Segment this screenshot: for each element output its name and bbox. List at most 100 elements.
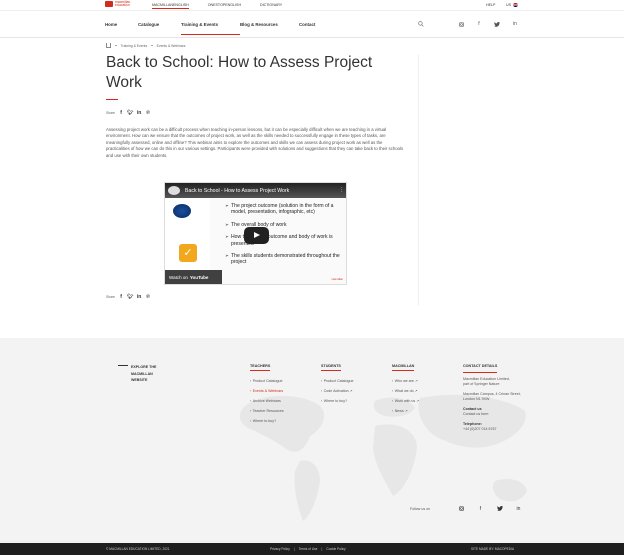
slide-bullet: The project outcome (solution in the for… bbox=[225, 203, 345, 216]
us-flag-icon bbox=[513, 3, 518, 7]
logo-text-line2: education bbox=[115, 3, 130, 8]
video-brand-mark: macmillan bbox=[331, 278, 343, 281]
facebook-icon[interactable]: f bbox=[118, 110, 124, 116]
globe-icon bbox=[173, 204, 191, 218]
article-body: Assessing project work can be a difficul… bbox=[106, 127, 404, 158]
site-credit[interactable]: SITE MADE BY: MACOPEDIA bbox=[471, 547, 514, 551]
instagram-icon[interactable] bbox=[452, 506, 471, 513]
facebook-icon[interactable]: f bbox=[474, 19, 484, 29]
footer-link[interactable]: Product Catalogue bbox=[250, 376, 284, 386]
footer-link[interactable]: News ↗ bbox=[392, 406, 419, 416]
share-label: Share bbox=[106, 111, 116, 115]
language-label: US bbox=[506, 3, 511, 7]
legal-links: Privacy Policy | Terms of Use | Cookie P… bbox=[270, 547, 346, 551]
footer-social: f in bbox=[452, 506, 528, 513]
cookie-policy-link[interactable]: Cookie Policy bbox=[326, 547, 345, 551]
footer-link[interactable]: Who we are ↗ bbox=[392, 376, 419, 386]
share-bar-bottom: Share f 🐦︎ in ℗ bbox=[106, 294, 151, 300]
footer-column-title: MACMILLAN bbox=[392, 364, 415, 371]
language-selector[interactable]: US bbox=[506, 3, 518, 7]
footer: EXPLORE THE MACMILLAN WEBSITE TEACHERS P… bbox=[0, 338, 624, 543]
pinterest-icon[interactable]: ℗ bbox=[145, 294, 151, 300]
company-address: Macmillan Campus, 4 Crinan Street, Londo… bbox=[463, 391, 521, 402]
watch-on-youtube-button[interactable]: Watch on YouTube bbox=[165, 270, 222, 284]
linkedin-icon[interactable]: in bbox=[510, 19, 520, 29]
footer-link[interactable]: Code Activation ↗ bbox=[321, 386, 353, 396]
logo-mark-icon bbox=[105, 1, 113, 8]
terms-of-use-link[interactable]: Terms of Use bbox=[299, 547, 318, 551]
footer-link[interactable]: Product Catalogue bbox=[321, 376, 354, 386]
breadcrumb-training-events[interactable]: Training & Events bbox=[121, 44, 148, 48]
contact-form-link[interactable]: Contact us form bbox=[463, 412, 523, 418]
footer-link[interactable]: Archive Webinars bbox=[250, 396, 284, 406]
breadcrumb: Training & Events Events & Webinars bbox=[106, 43, 185, 48]
twitter-icon[interactable] bbox=[490, 506, 509, 513]
explore-heading: EXPLORE THE MACMILLAN WEBSITE bbox=[131, 365, 157, 382]
column-divider bbox=[418, 55, 419, 305]
footer-column-teachers: TEACHERS Product Catalogue Events & Webi… bbox=[250, 364, 284, 426]
site-link-onestopenglish[interactable]: ONESTOPENGLISH bbox=[208, 3, 241, 9]
follow-label: Follow us on bbox=[410, 507, 431, 511]
nav-contact[interactable]: Contact bbox=[299, 11, 315, 38]
help-link[interactable]: HELP bbox=[486, 3, 495, 7]
company-parent: part of Springer Nature bbox=[463, 382, 500, 386]
telephone-number[interactable]: +44 (0)207 014 6767 bbox=[463, 427, 523, 433]
watch-on-label: Watch on bbox=[169, 274, 188, 280]
nav-home[interactable]: Home bbox=[105, 11, 138, 38]
footer-link-active[interactable]: Events & Webinars bbox=[250, 386, 284, 396]
twitter-icon[interactable]: 🐦︎ bbox=[127, 110, 133, 116]
contact-details: CONTACT DETAILS Macmillan Education Limi… bbox=[463, 364, 523, 433]
site-link-dictionary[interactable]: DICTIONARY bbox=[260, 3, 282, 9]
contact-title: CONTACT DETAILS bbox=[463, 364, 498, 373]
footer-column-macmillan: MACMILLAN Who we are ↗ What we do ↗ Work… bbox=[392, 364, 419, 416]
linkedin-icon[interactable]: in bbox=[509, 506, 528, 513]
home-icon[interactable] bbox=[106, 43, 111, 48]
slide-bullet: How the project outcome and body of work… bbox=[225, 234, 345, 247]
slide-bullets: The project outcome (solution in the for… bbox=[225, 203, 345, 272]
footer-link[interactable]: What we do ↗ bbox=[392, 386, 419, 396]
page-title: Back to School: How to Assess Project Wo… bbox=[106, 54, 373, 91]
youtube-logo: YouTube bbox=[189, 274, 209, 280]
bottom-bar: © MACMILLAN EDUCATION LIMITED, 2021 Priv… bbox=[0, 543, 624, 555]
site-link-macmillanenglish[interactable]: MACMILLANENGLISH bbox=[152, 3, 189, 9]
linkedin-icon[interactable]: in bbox=[136, 294, 142, 300]
share-bar-top: Share f 🐦︎ in ℗ bbox=[106, 110, 151, 116]
footer-column-students: STUDENTS Product Catalogue Code Activati… bbox=[321, 364, 353, 406]
search-icon[interactable] bbox=[416, 19, 426, 29]
video-embed[interactable]: Back to School - How to Assess Project W… bbox=[164, 182, 347, 285]
main-nav: Home Catalogue Training & Events Blog & … bbox=[0, 11, 624, 38]
macmillan-logo[interactable]: macmillan education bbox=[105, 0, 130, 8]
linkedin-icon[interactable]: in bbox=[136, 110, 142, 116]
slide-bullet: The skills students demonstrated through… bbox=[225, 253, 345, 266]
explore-rule bbox=[118, 365, 128, 366]
footer-link[interactable]: Where to buy? bbox=[250, 416, 284, 426]
more-options-icon[interactable]: ⋮ bbox=[339, 187, 344, 193]
breadcrumb-separator bbox=[115, 44, 117, 47]
top-bar: macmillan education MACMILLANENGLISH ONE… bbox=[0, 0, 624, 11]
facebook-icon[interactable]: f bbox=[118, 294, 124, 300]
title-underline bbox=[106, 99, 118, 100]
footer-link[interactable]: Work with us ↗ bbox=[392, 396, 420, 406]
instagram-icon[interactable] bbox=[456, 19, 466, 29]
twitter-icon[interactable] bbox=[492, 19, 502, 29]
slide-bullet: The overall body of work bbox=[225, 222, 345, 229]
nav-catalogue[interactable]: Catalogue bbox=[138, 11, 181, 38]
checklist-icon: ✓ bbox=[179, 244, 197, 262]
footer-column-title: TEACHERS bbox=[250, 364, 271, 371]
facebook-icon[interactable]: f bbox=[471, 506, 490, 513]
pinterest-icon[interactable]: ℗ bbox=[145, 110, 151, 116]
breadcrumb-events-webinars[interactable]: Events & Webinars bbox=[157, 44, 186, 48]
privacy-policy-link[interactable]: Privacy Policy bbox=[270, 547, 290, 551]
footer-link[interactable]: Where to buy? bbox=[321, 396, 353, 406]
video-header: Back to School - How to Assess Project W… bbox=[165, 183, 346, 198]
footer-link[interactable]: Teacher Resources bbox=[250, 406, 284, 416]
video-title[interactable]: Back to School - How to Assess Project W… bbox=[185, 188, 289, 194]
channel-avatar[interactable] bbox=[168, 186, 180, 195]
twitter-icon[interactable]: 🐦︎ bbox=[127, 294, 133, 300]
play-button[interactable] bbox=[244, 227, 269, 244]
footer-column-title: STUDENTS bbox=[321, 364, 341, 371]
nav-blog-resources[interactable]: Blog & Resources bbox=[240, 11, 299, 38]
breadcrumb-separator bbox=[151, 44, 153, 47]
site-switcher: MACMILLANENGLISH ONESTOPENGLISH DICTIONA… bbox=[152, 3, 282, 9]
nav-training-events[interactable]: Training & Events bbox=[181, 11, 240, 38]
